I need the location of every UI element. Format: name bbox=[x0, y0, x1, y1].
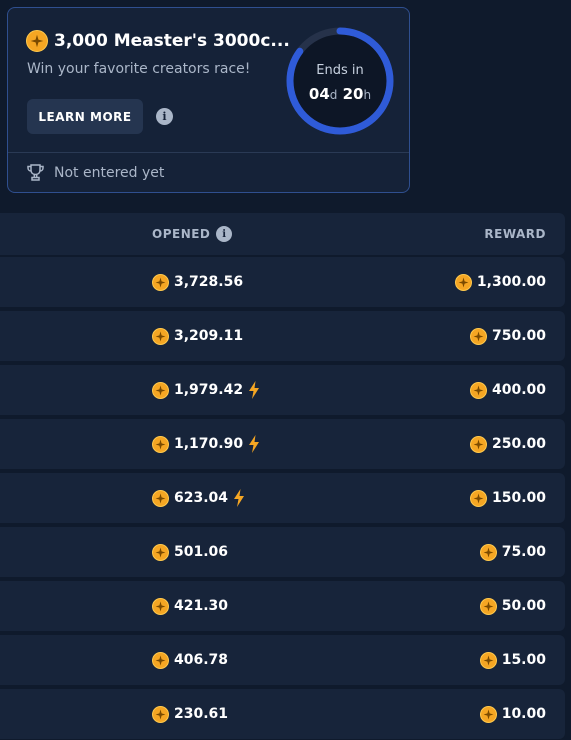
coin-icon bbox=[454, 273, 472, 291]
timer-ring bbox=[286, 27, 394, 135]
timer-days: 04 bbox=[308, 85, 330, 103]
opened-value: 3,728.56 bbox=[174, 274, 244, 290]
coin-icon bbox=[479, 651, 497, 669]
lightning-bolt-icon bbox=[248, 435, 260, 453]
leaderboard-row: 1,979.42 400.00 bbox=[0, 365, 565, 415]
coin-icon bbox=[152, 705, 169, 723]
reward-value: 10.00 bbox=[501, 706, 546, 722]
opened-value: 1,979.42 bbox=[174, 382, 244, 398]
leaderboard-table: OPENED i REWARD 3,728.56 1,300.00 3,209.11… bbox=[0, 213, 565, 739]
coin-icon bbox=[152, 651, 169, 669]
opened-cell: 1,170.90 bbox=[152, 419, 260, 469]
coin-icon bbox=[469, 489, 487, 507]
opened-cell: 421.30 bbox=[152, 581, 228, 631]
opened-value: 501.06 bbox=[174, 544, 229, 560]
trophy-icon bbox=[26, 164, 45, 181]
opened-value: 3,209.11 bbox=[174, 328, 244, 344]
leaderboard-row: 501.06 75.00 bbox=[0, 527, 565, 577]
countdown-timer: Ends in 04d 20h bbox=[284, 25, 396, 137]
card-divider bbox=[8, 152, 409, 153]
coin-icon bbox=[469, 381, 487, 399]
coin-icon bbox=[152, 327, 169, 345]
timer-value: 04d 20h bbox=[284, 85, 396, 103]
race-title: 3,000 Measter's 3000c... bbox=[26, 30, 290, 52]
coin-icon bbox=[469, 435, 487, 453]
reward-cell: 15.00 bbox=[479, 635, 546, 685]
opened-value: 623.04 bbox=[174, 490, 229, 506]
leaderboard-row: 3,209.11 750.00 bbox=[0, 311, 565, 361]
coin-icon bbox=[479, 597, 497, 615]
column-header-opened-label: OPENED bbox=[152, 227, 211, 241]
reward-cell: 10.00 bbox=[479, 689, 546, 739]
reward-cell: 150.00 bbox=[469, 473, 546, 523]
opened-cell: 1,979.42 bbox=[152, 365, 260, 415]
opened-cell: 230.61 bbox=[152, 689, 228, 739]
reward-value: 250.00 bbox=[491, 436, 546, 452]
reward-cell: 400.00 bbox=[469, 365, 546, 415]
info-icon[interactable]: i bbox=[156, 108, 173, 125]
race-subtitle: Win your favorite creators race! bbox=[27, 61, 251, 77]
lightning-bolt-icon bbox=[233, 489, 245, 507]
coin-icon bbox=[152, 489, 169, 507]
reward-cell: 1,300.00 bbox=[454, 257, 546, 307]
timer-days-unit: d bbox=[329, 88, 338, 102]
opened-cell: 406.78 bbox=[152, 635, 228, 685]
opened-cell: 623.04 bbox=[152, 473, 245, 523]
learn-more-button[interactable]: LEARN MORE bbox=[27, 99, 143, 134]
opened-cell: 3,209.11 bbox=[152, 311, 243, 361]
reward-cell: 250.00 bbox=[469, 419, 546, 469]
reward-value: 50.00 bbox=[501, 598, 546, 614]
timer-hours: 20 bbox=[342, 85, 364, 103]
opened-cell: 3,728.56 bbox=[152, 257, 243, 307]
info-icon[interactable]: i bbox=[216, 226, 233, 242]
column-header-opened: OPENED i bbox=[152, 213, 233, 255]
coin-icon bbox=[152, 381, 169, 399]
reward-value: 15.00 bbox=[501, 652, 546, 668]
opened-value: 1,170.90 bbox=[174, 436, 244, 452]
timer-hours-unit: h bbox=[363, 88, 372, 102]
reward-value: 150.00 bbox=[491, 490, 546, 506]
coin-icon bbox=[152, 597, 169, 615]
coin-icon bbox=[152, 543, 169, 561]
coin-icon bbox=[469, 327, 487, 345]
race-title-text: 3,000 Measter's 3000c... bbox=[54, 31, 290, 51]
race-card: 3,000 Measter's 3000c... Win your favori… bbox=[7, 7, 410, 193]
leaderboard-row: 230.61 10.00 bbox=[0, 689, 565, 739]
leaderboard-header: OPENED i REWARD bbox=[0, 213, 565, 255]
entry-status: Not entered yet bbox=[26, 164, 164, 181]
reward-value: 750.00 bbox=[491, 328, 546, 344]
leaderboard-row: 1,170.90 250.00 bbox=[0, 419, 565, 469]
leaderboard-row: 623.04 150.00 bbox=[0, 473, 565, 523]
column-header-reward: REWARD bbox=[484, 227, 546, 241]
timer-label: Ends in bbox=[316, 63, 364, 78]
lightning-bolt-icon bbox=[248, 381, 260, 399]
opened-value: 406.78 bbox=[174, 652, 229, 668]
opened-value: 421.30 bbox=[174, 598, 229, 614]
reward-value: 75.00 bbox=[501, 544, 546, 560]
leaderboard-row: 3,728.56 1,300.00 bbox=[0, 257, 565, 307]
reward-value: 400.00 bbox=[491, 382, 546, 398]
coin-icon bbox=[479, 705, 497, 723]
opened-value: 230.61 bbox=[174, 706, 229, 722]
reward-cell: 75.00 bbox=[479, 527, 546, 577]
leaderboard-row: 421.30 50.00 bbox=[0, 581, 565, 631]
reward-value: 1,300.00 bbox=[476, 274, 546, 290]
leaderboard-row: 406.78 15.00 bbox=[0, 635, 565, 685]
reward-cell: 50.00 bbox=[479, 581, 546, 631]
coin-icon bbox=[479, 543, 497, 561]
coin-icon bbox=[26, 30, 48, 52]
coin-icon bbox=[152, 435, 169, 453]
entry-status-text: Not entered yet bbox=[54, 164, 165, 181]
coin-icon bbox=[152, 273, 169, 291]
reward-cell: 750.00 bbox=[469, 311, 546, 361]
opened-cell: 501.06 bbox=[152, 527, 228, 577]
